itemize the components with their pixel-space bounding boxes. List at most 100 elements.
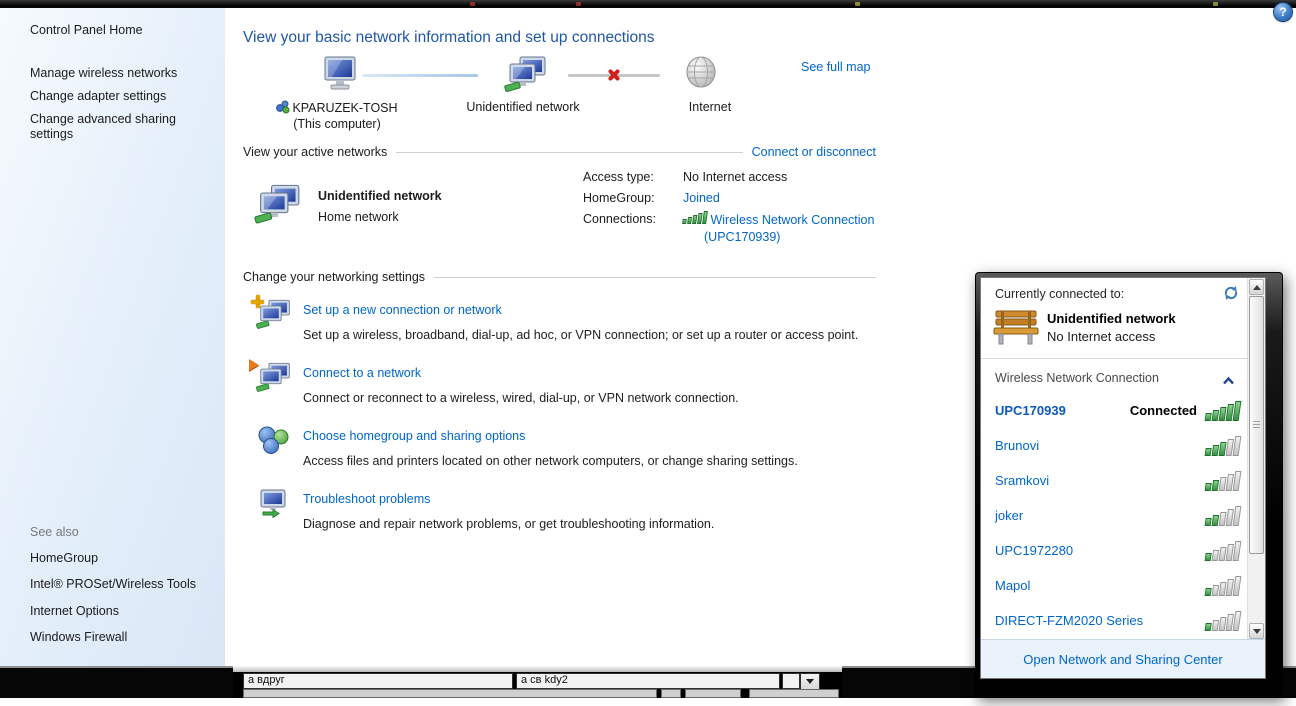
see-also-label: See also — [30, 525, 79, 539]
sidebar-item-windows-firewall[interactable]: Windows Firewall — [30, 630, 210, 645]
active-networks-section-header: View your active networks Connect or dis… — [243, 145, 876, 159]
wifi-status-badge: Connected — [1129, 403, 1197, 418]
occluded-top-window-edge — [0, 0, 1296, 8]
bottom-margin — [0, 698, 1296, 706]
connect-or-disconnect-link[interactable]: Connect or disconnect — [752, 145, 876, 159]
background-bar — [685, 689, 741, 698]
help-icon[interactable]: ? — [1274, 3, 1292, 21]
internet-globe-icon[interactable] — [685, 56, 717, 95]
wireless-connection-link-line2[interactable]: (UPC170939) — [704, 230, 780, 244]
scroll-up-button[interactable] — [1249, 279, 1264, 295]
network-sharing-center-window: ? Control Panel Home Manage wireless net… — [0, 0, 1296, 706]
wifi-networks-popup: Currently connected to: Unidentified net… — [975, 272, 1283, 696]
wifi-section-label: Wireless Network Connection — [995, 371, 1159, 385]
sidebar-item-control-panel-home[interactable]: Control Panel Home — [30, 23, 210, 38]
page-title: View your basic network information and … — [243, 29, 655, 46]
wifi-network-name[interactable]: Brunovi — [995, 438, 1039, 453]
wifi-network-row[interactable]: Brunovi — [981, 429, 1248, 462]
access-type-label: Access type: — [583, 170, 654, 184]
computer-icon[interactable] — [320, 56, 360, 97]
wifi-network-row[interactable]: UPC170939 Connected — [981, 394, 1248, 427]
signal-strength-icon — [682, 211, 708, 224]
occluded-dialog-fragment: а вдруг а св kdy2 — [233, 666, 842, 698]
setup-new-connection-link[interactable]: Set up a new connection or network — [303, 303, 502, 317]
arrow-badge-icon — [249, 359, 259, 371]
current-network-name: Unidentified network — [1047, 311, 1176, 326]
sidebar-item-internet-options[interactable]: Internet Options — [30, 604, 210, 619]
background-dropdown-button[interactable] — [800, 673, 820, 690]
homegroup-label: HomeGroup: — [583, 191, 655, 205]
signal-strength-icon — [1204, 470, 1242, 491]
wifi-network-row[interactable]: Sramkovi — [981, 464, 1248, 497]
wifi-network-name[interactable]: joker — [995, 508, 1023, 523]
wifi-network-name[interactable]: UPC170939 — [995, 403, 1066, 418]
wifi-network-row[interactable]: UPC1972280 — [981, 534, 1248, 567]
sidebar-item-homegroup[interactable]: HomeGroup — [30, 551, 210, 566]
connect-to-network-link[interactable]: Connect to a network — [303, 366, 421, 380]
background-bar — [749, 689, 839, 698]
see-full-map-link[interactable]: See full map — [801, 60, 870, 74]
dialog-edge — [233, 666, 842, 672]
section-label: View your active networks — [243, 145, 388, 159]
section-divider — [434, 276, 876, 278]
signal-strength-icon — [1204, 540, 1242, 561]
plus-badge-icon — [251, 295, 264, 308]
computer-name-label: KPARUZEK-TOSH (This computer) — [257, 100, 417, 131]
background-input-1[interactable]: а вдруг — [243, 673, 513, 689]
scroll-down-button[interactable] — [1249, 623, 1264, 639]
map-network-label: Unidentified network — [466, 100, 580, 114]
section-label: Change your networking settings — [243, 270, 426, 284]
active-network-type[interactable]: Home network — [318, 210, 399, 224]
setup-new-connection-desc: Set up a wireless, broadband, dial-up, a… — [303, 328, 859, 342]
wifi-network-name[interactable]: UPC1972280 — [995, 543, 1073, 558]
sidebar-item-change-advanced-sharing[interactable]: Change advanced sharing settings — [30, 112, 195, 142]
sidebar-item-change-adapter-settings[interactable]: Change adapter settings — [30, 89, 210, 104]
background-bar — [661, 689, 681, 698]
troubleshoot-problems-desc: Diagnose and repair network problems, or… — [303, 517, 715, 531]
sidebar-item-intel-proset[interactable]: Intel® PROSet/Wireless Tools — [30, 577, 210, 592]
scroll-thumb[interactable] — [1249, 296, 1264, 554]
refresh-icon[interactable] — [1223, 285, 1239, 306]
sidebar-item-manage-wireless-networks[interactable]: Manage wireless networks — [30, 66, 210, 81]
access-type-value: No Internet access — [683, 170, 788, 184]
active-network-name: Unidentified network — [318, 189, 442, 203]
signal-strength-icon — [1204, 505, 1242, 526]
map-connection-line — [362, 74, 478, 77]
signal-strength-icon — [1204, 435, 1242, 456]
chevron-down-icon — [806, 679, 814, 684]
unidentified-network-icon[interactable] — [503, 56, 547, 99]
popup-footer: Open Network and Sharing Center — [981, 639, 1265, 678]
scrollbar[interactable] — [1247, 278, 1265, 640]
connect-to-network-desc: Connect or reconnect to a wireless, wire… — [303, 391, 739, 405]
section-divider — [396, 151, 743, 153]
current-network-status: No Internet access — [1047, 329, 1156, 344]
signal-strength-icon — [1204, 575, 1242, 596]
homegroup-joined-link[interactable]: Joined — [683, 191, 720, 205]
wifi-network-name[interactable]: DIRECT-FZM2020 Series — [995, 613, 1143, 628]
wifi-network-name[interactable]: Mapol — [995, 578, 1030, 593]
wifi-network-row[interactable]: Mapol — [981, 569, 1248, 602]
map-internet-label: Internet — [688, 100, 732, 114]
connect-network-icon — [249, 359, 291, 399]
error-x-icon[interactable] — [606, 67, 622, 83]
background-input-3[interactable] — [782, 673, 800, 689]
wifi-network-name[interactable]: Sramkovi — [995, 473, 1049, 488]
troubleshoot-problems-link[interactable]: Troubleshoot problems — [303, 492, 430, 506]
popup-divider — [981, 358, 1248, 359]
choose-homegroup-link[interactable]: Choose homegroup and sharing options — [303, 429, 525, 443]
signal-strength-icon — [1204, 610, 1242, 631]
background-input-2[interactable]: а св kdy2 — [516, 673, 780, 689]
wireless-connection-link[interactable]: Wireless Network Connection — [710, 213, 874, 227]
signal-strength-icon — [1204, 400, 1242, 421]
open-network-sharing-center-link[interactable]: Open Network and Sharing Center — [1023, 652, 1222, 667]
currently-connected-label: Currently connected to: — [995, 287, 1125, 301]
background-bar — [243, 689, 657, 698]
homegroup-icon — [257, 425, 291, 460]
choose-homegroup-desc: Access files and printers located on oth… — [303, 454, 798, 468]
active-network-icon[interactable] — [253, 184, 301, 231]
collapse-chevron-up-icon[interactable] — [1222, 373, 1235, 391]
new-connection-icon — [251, 295, 291, 336]
wifi-network-row[interactable]: joker — [981, 499, 1248, 532]
networking-settings-section-header: Change your networking settings — [243, 270, 876, 284]
wifi-network-row[interactable]: DIRECT-FZM2020 Series — [981, 604, 1248, 637]
